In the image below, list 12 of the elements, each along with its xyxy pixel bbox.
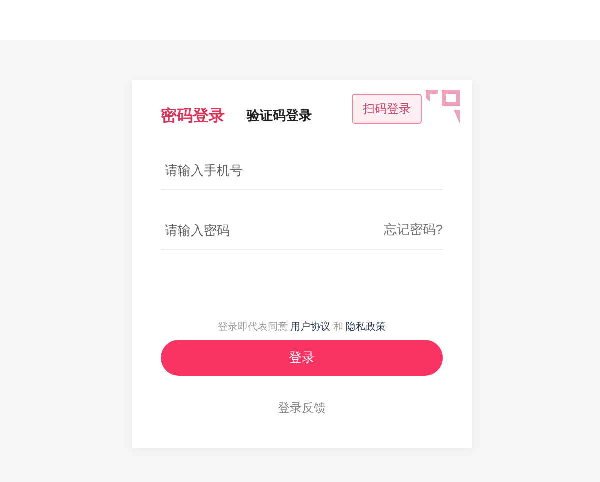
login-tab[interactable]: 验证码登录 [247, 107, 312, 125]
login-tab[interactable]: 密码登录 [161, 106, 225, 126]
qr-login-tooltip: 扫码登录 [352, 94, 422, 124]
privacy-policy-link[interactable]: 隐私政策 [346, 322, 386, 333]
login-button[interactable]: 登录 [161, 340, 443, 376]
input-field[interactable]: 请输入手机号 [161, 155, 443, 185]
agreement-text: 登录即代表同意 用户协议 和 隐私政策 [216, 320, 388, 334]
input-field[interactable]: 请输入密码 [161, 215, 384, 245]
forgot-password-link[interactable]: 忘记密码? [384, 221, 443, 239]
qr-code-icon[interactable] [424, 88, 462, 126]
feedback-link[interactable]: 登录反馈 [278, 400, 326, 417]
user-agreement-link[interactable]: 用户协议 [290, 322, 331, 333]
